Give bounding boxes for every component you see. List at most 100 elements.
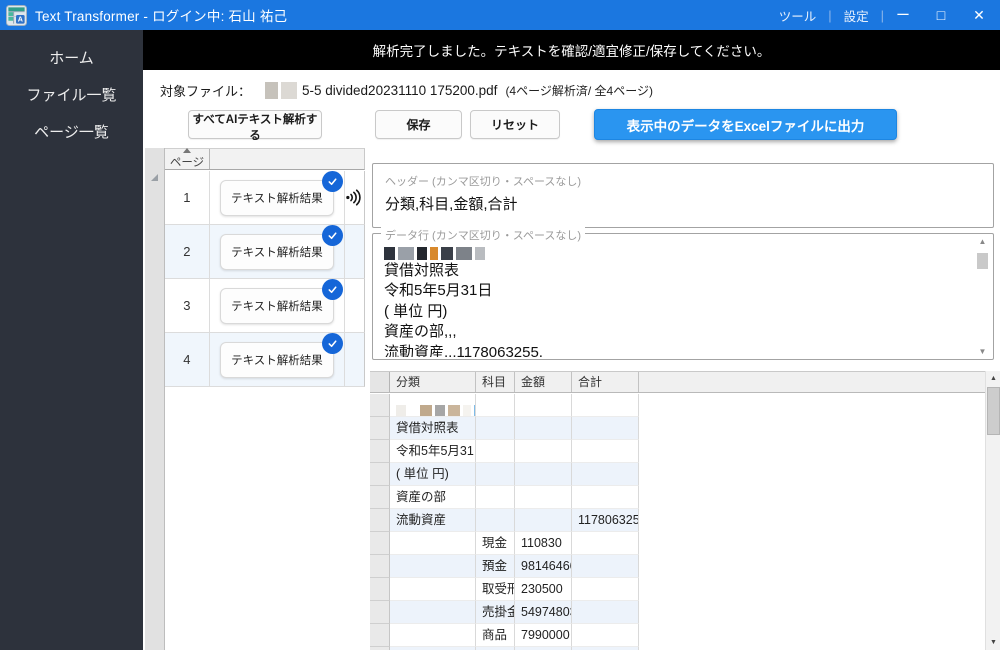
close-button[interactable]: ✕	[960, 0, 998, 30]
table-cell[interactable]	[476, 417, 515, 440]
scrollbar-thumb[interactable]	[987, 387, 1000, 435]
sidebar-item-page-list[interactable]: ページ一覧	[0, 114, 143, 151]
settings-menu[interactable]: 設定	[832, 6, 881, 25]
table-cell[interactable]: 110830	[515, 532, 572, 555]
row-gutter[interactable]	[370, 601, 390, 624]
table-cell[interactable]: 流動資産	[390, 509, 476, 532]
table-cell[interactable]: 取受形	[476, 578, 515, 601]
table-cell[interactable]	[515, 440, 572, 463]
table-cell[interactable]	[572, 486, 639, 509]
row-gutter[interactable]	[370, 463, 390, 486]
save-button[interactable]: 保存	[375, 110, 462, 139]
scroll-down-icon[interactable]: ▼	[977, 347, 988, 356]
table-cell[interactable]	[572, 440, 639, 463]
export-excel-button[interactable]: 表示中のデータをExcelファイルに出力	[594, 109, 897, 140]
table-cell[interactable]: 売掛金	[476, 601, 515, 624]
table-cell[interactable]	[572, 601, 639, 624]
table-scrollbar[interactable]: ▲ ▼	[985, 371, 1000, 650]
sidebar-item-home[interactable]: ホーム	[0, 40, 143, 77]
table-cell[interactable]	[572, 578, 639, 601]
table-cell[interactable]: 資産の部	[390, 486, 476, 509]
table-cell[interactable]	[476, 440, 515, 463]
row-gutter[interactable]	[370, 440, 390, 463]
table-cell[interactable]: 7990000	[515, 624, 572, 647]
table-cell[interactable]: ( 単位 円)	[390, 463, 476, 486]
row-gutter[interactable]	[370, 417, 390, 440]
table-cell[interactable]	[572, 624, 639, 647]
table-cell[interactable]	[572, 394, 639, 417]
scroll-up-icon[interactable]: ▲	[986, 371, 1000, 386]
page-row-icon-cell	[345, 225, 364, 278]
table-row: 令和5年5月31日	[370, 440, 985, 463]
page-row-icon-cell[interactable]	[345, 171, 364, 224]
header-field-value[interactable]: 分類,科目,金額,合計	[385, 193, 981, 214]
column-header-3[interactable]: 金額	[515, 372, 572, 392]
column-header-2[interactable]: 科目	[476, 372, 515, 392]
data-rows-text[interactable]: 貸借対照表 令和5年5月31日 ( 単位 円) 資産の部,,, 流動資産,,,11780…	[384, 240, 967, 357]
scroll-down-icon[interactable]: ▼	[986, 635, 1000, 650]
analyzed-check-icon	[321, 332, 343, 354]
table-cell[interactable]	[476, 486, 515, 509]
redacted-filename-prefix	[265, 82, 300, 100]
table-cell[interactable]	[390, 532, 476, 555]
row-gutter[interactable]	[370, 509, 390, 532]
row-gutter[interactable]	[370, 486, 390, 509]
table-cell[interactable]	[390, 624, 476, 647]
table-cell[interactable]: 230500	[515, 578, 572, 601]
table-cell[interactable]	[476, 394, 515, 417]
table-cell[interactable]	[390, 394, 476, 417]
table-cell[interactable]	[572, 417, 639, 440]
table-cell[interactable]	[515, 509, 572, 532]
table-cell[interactable]	[515, 486, 572, 509]
row-gutter[interactable]	[370, 394, 390, 417]
text-analysis-result-button[interactable]: テキスト解析結果	[219, 233, 334, 270]
maximize-button[interactable]: □	[922, 0, 960, 30]
table-cell[interactable]: 商品	[476, 624, 515, 647]
table-cell[interactable]	[390, 578, 476, 601]
column-header-1[interactable]: 分類	[390, 372, 476, 392]
select-all-corner[interactable]	[151, 174, 158, 181]
table-row: 商品 7990000	[370, 624, 985, 647]
table-cell[interactable]: 現金	[476, 532, 515, 555]
row-gutter[interactable]	[370, 555, 390, 578]
table-cell[interactable]	[572, 532, 639, 555]
text-analysis-result-button[interactable]: テキスト解析結果	[219, 179, 334, 216]
table-cell[interactable]: 貸借対照表	[390, 417, 476, 440]
table-cell[interactable]	[515, 417, 572, 440]
page-number: 3	[165, 279, 210, 332]
table-cell[interactable]: 1178063255	[572, 509, 639, 532]
row-gutter[interactable]	[370, 532, 390, 555]
analyze-all-button[interactable]: すべてAIテキスト解析する	[188, 110, 322, 142]
app-window: A Text Transformer - ログイン中: 石山 祐己 ツール | …	[0, 0, 1000, 650]
table-gutter-corner[interactable]	[370, 372, 390, 403]
table-cell[interactable]	[476, 509, 515, 532]
text-analysis-result-button[interactable]: テキスト解析結果	[219, 341, 334, 378]
table-cell[interactable]	[515, 394, 572, 417]
table-cell[interactable]	[476, 463, 515, 486]
header-field-box[interactable]: ヘッダー (カンマ区切り・スペースなし) 分類,科目,金額,合計	[372, 163, 994, 228]
data-line: 流動資産,,,1178063255,	[384, 343, 543, 358]
table-cell[interactable]	[572, 555, 639, 578]
table-cell[interactable]	[515, 463, 572, 486]
data-rows-field-box[interactable]: データ行 (カンマ区切り・スペースなし) 貸借対照表 令和5年5月31日( 単位 …	[372, 227, 994, 360]
tools-menu[interactable]: ツール	[767, 6, 829, 25]
minimize-button[interactable]: ー	[884, 0, 922, 30]
scrollbar-thumb[interactable]	[977, 253, 988, 269]
text-analysis-result-button[interactable]: テキスト解析結果	[219, 287, 334, 324]
row-gutter[interactable]	[370, 624, 390, 647]
table-cell[interactable]: 54974803	[515, 601, 572, 624]
column-header-4[interactable]: 合計	[572, 372, 639, 392]
table-cell[interactable]	[390, 555, 476, 578]
scroll-up-icon[interactable]: ▲	[977, 237, 988, 246]
sidebar-item-file-list[interactable]: ファイル一覧	[0, 77, 143, 114]
table-cell[interactable]	[390, 601, 476, 624]
row-gutter[interactable]	[370, 578, 390, 601]
page-grid-rows: 1 テキスト解析結果 2 テキスト解析結果 3 テキスト解析結果 4 テキスト解析結果	[165, 170, 365, 387]
page-column-header[interactable]: ページ	[165, 148, 210, 169]
table-cell[interactable]: 令和5年5月31日	[390, 440, 476, 463]
data-rows-scrollbar[interactable]: ▲ ▼	[975, 237, 990, 356]
table-cell[interactable]	[572, 463, 639, 486]
table-cell[interactable]: 98146466	[515, 555, 572, 578]
table-cell[interactable]: 預金	[476, 555, 515, 578]
reset-button[interactable]: リセット	[470, 110, 560, 139]
